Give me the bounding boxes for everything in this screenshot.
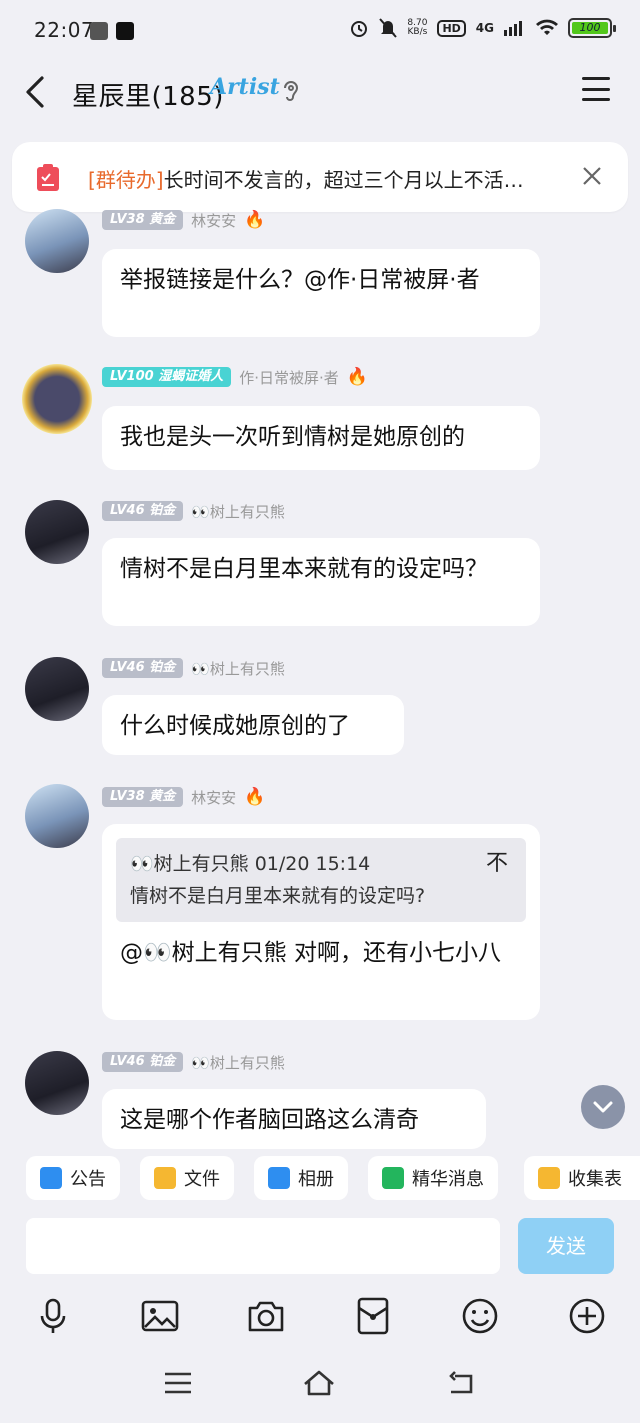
todo-text: [群待办]长时间不发言的，超过三个月以上不活… xyxy=(88,164,568,193)
wifi-icon xyxy=(536,19,558,35)
quoted-message[interactable]: 👀树上有只熊 01/20 15:14 不 情树不是白月里本来就有的设定吗? xyxy=(116,838,526,922)
avatar[interactable] xyxy=(25,657,89,721)
alarm-icon xyxy=(351,21,368,37)
level-badge: LV46 铂金 xyxy=(102,658,184,678)
fire-icon: 🔥 xyxy=(346,367,368,387)
ear-icon[interactable] xyxy=(282,78,300,104)
message-meta: LV38 黄金 林安安 🔥 xyxy=(102,209,265,231)
mute-icon xyxy=(379,18,398,38)
tiktok-status-icon xyxy=(116,22,134,40)
input-toolbar xyxy=(0,1292,640,1342)
avatar[interactable] xyxy=(25,784,89,848)
essence-icon xyxy=(382,1167,404,1189)
chevron-down-icon xyxy=(593,1101,613,1113)
quote-text: 情树不是白月里本来就有的设定吗? xyxy=(130,885,426,907)
group-badge: Artist xyxy=(210,74,280,100)
sender-name[interactable]: 作·日常被屏·者 xyxy=(239,367,339,388)
menu-icon[interactable] xyxy=(582,77,610,103)
sender-name[interactable]: 👀树上有只熊 xyxy=(191,1052,285,1073)
network-type: 4G xyxy=(475,21,494,35)
group-todo-banner[interactable]: [群待办]长时间不发言的，超过三个月以上不活… xyxy=(12,142,628,212)
emoji-icon[interactable] xyxy=(460,1296,500,1336)
signal-icon xyxy=(504,21,522,36)
camera-icon[interactable] xyxy=(246,1296,286,1336)
message-meta: LV100 湿蝎证婚人 作·日常被屏·者 🔥 xyxy=(102,366,368,388)
todo-icon xyxy=(37,164,59,191)
quick-actions-bar: 公告 文件 相册 精华消息 收集表 xyxy=(0,1156,640,1202)
message-meta: LV46 铂金 👀树上有只熊 xyxy=(102,1051,285,1073)
level-badge: LV38 黄金 xyxy=(102,210,184,230)
message-meta: LV38 黄金 林安安 🔥 xyxy=(102,786,265,808)
fire-icon: 🔥 xyxy=(244,787,266,807)
level-badge: LV100 湿蝎证婚人 xyxy=(102,367,232,387)
avatar[interactable] xyxy=(25,1051,89,1115)
quote-pin: 不 xyxy=(485,851,508,876)
close-icon[interactable] xyxy=(582,166,602,186)
album-icon xyxy=(268,1167,290,1189)
announcement-icon xyxy=(40,1167,62,1189)
status-time: 22:07 xyxy=(34,18,95,42)
message-bubble[interactable]: 👀树上有只熊 01/20 15:14 不 情树不是白月里本来就有的设定吗? @👀… xyxy=(102,824,540,1020)
message-bubble[interactable]: 情树不是白月里本来就有的设定吗？ xyxy=(102,538,540,626)
fire-icon: 🔥 xyxy=(244,210,266,230)
todo-tag: [群待办] xyxy=(88,168,164,192)
sender-name[interactable]: 👀树上有只熊 xyxy=(191,501,285,522)
level-badge: LV38 黄金 xyxy=(102,787,184,807)
quick-action-form[interactable]: 收集表 xyxy=(524,1156,640,1200)
quick-action-album[interactable]: 相册 xyxy=(254,1156,348,1200)
back-arrow-icon[interactable] xyxy=(22,74,50,110)
avatar[interactable] xyxy=(22,364,92,434)
hd-badge: HD xyxy=(437,19,466,37)
system-nav-bar xyxy=(0,1362,640,1408)
clipboard-status-icon xyxy=(90,22,108,40)
message-meta: LV46 铂金 👀树上有只熊 xyxy=(102,500,285,522)
message-bubble[interactable]: 我也是头一次听到情树是她原创的 xyxy=(102,406,540,470)
folder-icon xyxy=(154,1167,176,1189)
plus-icon[interactable] xyxy=(567,1296,607,1336)
message-meta: LV46 铂金 👀树上有只熊 xyxy=(102,657,285,679)
level-badge: LV46 铂金 xyxy=(102,501,184,521)
message-text: @👀树上有只熊 对啊，还有小七小八 xyxy=(120,940,501,966)
back-nav-icon[interactable] xyxy=(445,1368,479,1398)
message-input[interactable] xyxy=(26,1218,500,1274)
image-icon[interactable] xyxy=(140,1296,180,1336)
quick-action-announcement[interactable]: 公告 xyxy=(26,1156,120,1200)
group-title[interactable]: 星辰里(185) xyxy=(72,76,224,113)
battery-icon: 100 xyxy=(568,18,616,38)
home-icon[interactable] xyxy=(302,1368,336,1398)
scroll-to-bottom-button[interactable] xyxy=(581,1085,625,1129)
quote-header: 👀树上有只熊 01/20 15:14 xyxy=(130,853,371,875)
level-badge: LV46 铂金 xyxy=(102,1052,184,1072)
status-bar: 22:07 8.70 KB/s HD 4G 100 xyxy=(0,0,640,62)
form-icon xyxy=(538,1167,560,1189)
sender-name[interactable]: 林安安 xyxy=(191,210,236,231)
chat-header: 星辰里(185) Artist xyxy=(0,62,640,124)
red-packet-icon[interactable] xyxy=(353,1296,393,1336)
microphone-icon[interactable] xyxy=(33,1296,73,1336)
message-bubble[interactable]: 这是哪个作者脑回路这么清奇 xyxy=(102,1089,486,1149)
sender-name[interactable]: 林安安 xyxy=(191,787,236,808)
quick-action-essence[interactable]: 精华消息 xyxy=(368,1156,498,1200)
avatar[interactable] xyxy=(25,500,89,564)
sender-name[interactable]: 👀树上有只熊 xyxy=(191,658,285,679)
message-bubble[interactable]: 举报链接是什么？@作·日常被屏·者 xyxy=(102,249,540,337)
quick-action-files[interactable]: 文件 xyxy=(140,1156,234,1200)
todo-content: 长时间不发言的，超过三个月以上不活… xyxy=(163,168,524,192)
recents-icon[interactable] xyxy=(161,1368,195,1398)
network-speed: 8.70 KB/s xyxy=(407,18,428,37)
message-bubble[interactable]: 什么时候成她原创的了 xyxy=(102,695,404,755)
avatar[interactable] xyxy=(25,209,89,273)
send-button[interactable]: 发送 xyxy=(518,1218,614,1274)
